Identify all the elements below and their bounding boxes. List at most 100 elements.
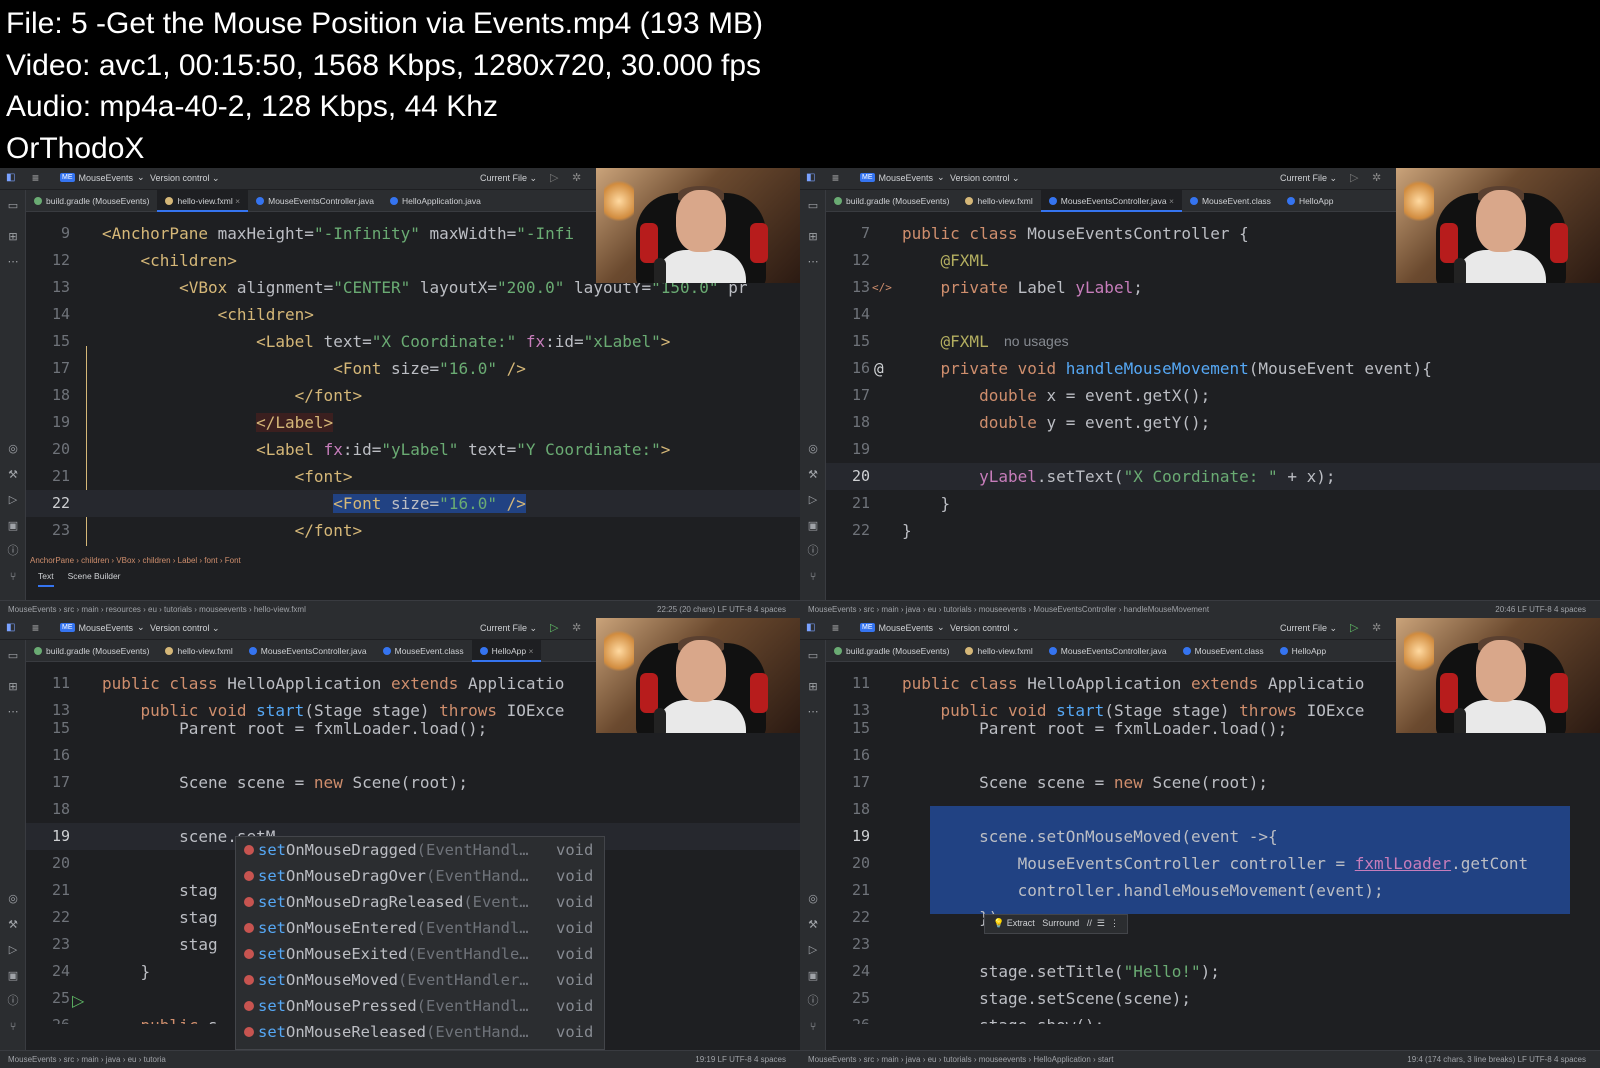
- completion-item[interactable]: setOnMouseMoved(EventHandler… void: [236, 967, 604, 993]
- hamburger-menu-icon[interactable]: ≡: [32, 171, 39, 185]
- editor-tab[interactable]: HelloApplication.java: [382, 190, 489, 212]
- status-breadcrumb[interactable]: MouseEvents › src › main › java › eu › t…: [8, 1051, 166, 1068]
- problems-icon[interactable]: ⓘ: [6, 544, 20, 558]
- code-line[interactable]: 22}: [826, 517, 1600, 544]
- version-control-menu[interactable]: Version control ⌄: [950, 623, 1020, 634]
- code-line[interactable]: 22 });: [826, 904, 1600, 931]
- surround-action[interactable]: Surround: [1042, 918, 1079, 928]
- run-config-selector[interactable]: Current File ⌄: [1280, 623, 1337, 634]
- list-icon[interactable]: ☰: [1097, 918, 1105, 928]
- code-line[interactable]: 25 stage.setScene(scene);: [826, 985, 1600, 1012]
- code-line[interactable]: 18 </font>: [26, 382, 800, 409]
- hamburger-menu-icon[interactable]: ≡: [32, 621, 39, 635]
- code-line[interactable]: 21 <font>: [26, 463, 800, 490]
- status-info[interactable]: 19:4 (174 chars, 3 line breaks) LF UTF-8…: [1407, 1051, 1586, 1068]
- usage-hint[interactable]: no usages: [1004, 328, 1069, 355]
- project-selector[interactable]: ME MouseEvents ⌄: [860, 622, 945, 633]
- run-config-selector[interactable]: Current File ⌄: [1280, 173, 1337, 184]
- editor-tab[interactable]: MouseEvent.class: [1182, 190, 1279, 212]
- editor-tab[interactable]: hello-view.fxml: [957, 640, 1040, 662]
- hamburger-menu-icon[interactable]: ≡: [832, 171, 839, 185]
- version-control-menu[interactable]: Version control ⌄: [150, 623, 220, 634]
- code-line[interactable]: 14: [826, 301, 1600, 328]
- code-line[interactable]: 20 <Label fx:id="yLabel" text="Y Coordin…: [26, 436, 800, 463]
- git-icon[interactable]: ⑂: [806, 570, 820, 584]
- debug-icon[interactable]: ✲: [1372, 171, 1381, 184]
- status-breadcrumb[interactable]: MouseEvents › src › main › java › eu › t…: [808, 601, 1209, 618]
- code-line[interactable]: 20 MouseEventsController controller = fx…: [826, 850, 1600, 877]
- folder-icon[interactable]: ▭: [6, 649, 20, 663]
- run-icon[interactable]: ▷: [806, 943, 820, 957]
- run-icon[interactable]: ▷: [550, 621, 558, 634]
- code-line[interactable]: 21 controller.handleMouseMovement(event)…: [826, 877, 1600, 904]
- completion-item[interactable]: setOnMousePressed(EventHandl… void: [236, 993, 604, 1019]
- editor-tab[interactable]: hello-view.fxml: [157, 640, 240, 662]
- terminal-icon[interactable]: ▣: [806, 969, 820, 983]
- plugins-icon[interactable]: ◎: [6, 442, 20, 456]
- more-icon[interactable]: ⋯: [6, 255, 20, 269]
- terminal-icon[interactable]: ▣: [6, 969, 20, 983]
- debug-icon[interactable]: ✲: [572, 171, 581, 184]
- run-config-selector[interactable]: Current File ⌄: [480, 623, 537, 634]
- hamburger-menu-icon[interactable]: ≡: [832, 621, 839, 635]
- code-line[interactable]: 17 Scene scene = new Scene(root);: [26, 769, 800, 796]
- build-icon[interactable]: ⚒: [6, 918, 20, 932]
- code-line[interactable]: 23 </font>: [26, 517, 800, 544]
- close-tab-icon[interactable]: ×: [1169, 196, 1174, 206]
- structure-icon[interactable]: ⊞: [6, 680, 20, 694]
- problems-icon[interactable]: ⓘ: [806, 544, 820, 558]
- close-tab-icon[interactable]: ×: [235, 196, 240, 206]
- text-mode-tab[interactable]: Text: [38, 571, 54, 587]
- folder-icon[interactable]: ▭: [6, 199, 20, 213]
- more-icon[interactable]: ⋯: [806, 255, 820, 269]
- status-breadcrumb[interactable]: MouseEvents › src › main › java › eu › t…: [808, 1051, 1113, 1068]
- editor-tab[interactable]: HelloApp: [1272, 640, 1335, 662]
- run-icon[interactable]: ▷: [1350, 621, 1358, 634]
- editor-tab[interactable]: hello-view.fxml ×: [157, 190, 249, 212]
- editor-tab[interactable]: build.gradle (MouseEvents): [26, 640, 157, 662]
- editor-tab[interactable]: HelloApp: [1279, 190, 1342, 212]
- plugins-icon[interactable]: ◎: [6, 892, 20, 906]
- completion-item[interactable]: setOnMouseReleased(EventHand… void: [236, 1019, 604, 1045]
- run-config-selector[interactable]: Current File ⌄: [480, 173, 537, 184]
- build-icon[interactable]: ⚒: [806, 468, 820, 482]
- code-line[interactable]: 17 Scene scene = new Scene(root);: [826, 769, 1600, 796]
- editor-tab[interactable]: hello-view.fxml: [957, 190, 1040, 212]
- editor-tab[interactable]: MouseEvent.class: [375, 640, 472, 662]
- version-control-menu[interactable]: Version control ⌄: [950, 173, 1020, 184]
- run-icon[interactable]: ▷: [6, 943, 20, 957]
- problems-icon[interactable]: ⓘ: [806, 994, 820, 1008]
- debug-icon[interactable]: ✲: [572, 621, 581, 634]
- status-info[interactable]: 20:46 LF UTF-8 4 spaces: [1495, 601, 1586, 618]
- code-line[interactable]: 26 stage.show();: [826, 1012, 1600, 1024]
- project-selector[interactable]: ME MouseEvents ⌄: [60, 622, 145, 633]
- close-tab-icon[interactable]: ×: [528, 646, 533, 656]
- completion-item[interactable]: setOnMouseDragged(EventHandl… void: [236, 837, 604, 863]
- structure-icon[interactable]: ⊞: [806, 680, 820, 694]
- fxml-link-icon[interactable]: </>: [872, 274, 892, 301]
- run-gutter-icon[interactable]: ▷: [72, 991, 84, 1010]
- code-line[interactable]: 16: [26, 742, 800, 769]
- more-icon[interactable]: ⋮: [1110, 918, 1119, 928]
- completion-item[interactable]: setOnMouseDragReleased(Event… void: [236, 889, 604, 915]
- code-line[interactable]: 17 double x = event.getX();: [826, 382, 1600, 409]
- override-icon[interactable]: @: [874, 355, 884, 382]
- code-line[interactable]: 16: [826, 742, 1600, 769]
- code-line[interactable]: 19 </Label>: [26, 409, 800, 436]
- status-info[interactable]: 19:19 LF UTF-8 4 spaces: [695, 1051, 786, 1068]
- status-info[interactable]: 22:25 (20 chars) LF UTF-8 4 spaces: [657, 601, 786, 618]
- comment-icon[interactable]: //: [1087, 918, 1092, 928]
- terminal-icon[interactable]: ▣: [806, 519, 820, 533]
- code-line[interactable]: 20 yLabel.setText("X Coordinate: " + x);: [826, 463, 1600, 490]
- build-icon[interactable]: ⚒: [806, 918, 820, 932]
- code-line[interactable]: 16 private void handleMouseMovement(Mous…: [826, 355, 1600, 382]
- code-line[interactable]: 19: [826, 436, 1600, 463]
- terminal-icon[interactable]: ▣: [6, 519, 20, 533]
- problems-icon[interactable]: ⓘ: [6, 994, 20, 1008]
- more-icon[interactable]: ⋯: [6, 705, 20, 719]
- completion-item[interactable]: setOnMouseDragOver(EventHand… void: [236, 863, 604, 889]
- completion-item[interactable]: setOnMouseEntered(EventHandl… void: [236, 915, 604, 941]
- editor-tab[interactable]: HelloApp ×: [471, 640, 542, 662]
- code-line[interactable]: 15 <Label text="X Coordinate:" fx:id="xL…: [26, 328, 800, 355]
- editor-tab[interactable]: MouseEventsController.java: [1041, 640, 1175, 662]
